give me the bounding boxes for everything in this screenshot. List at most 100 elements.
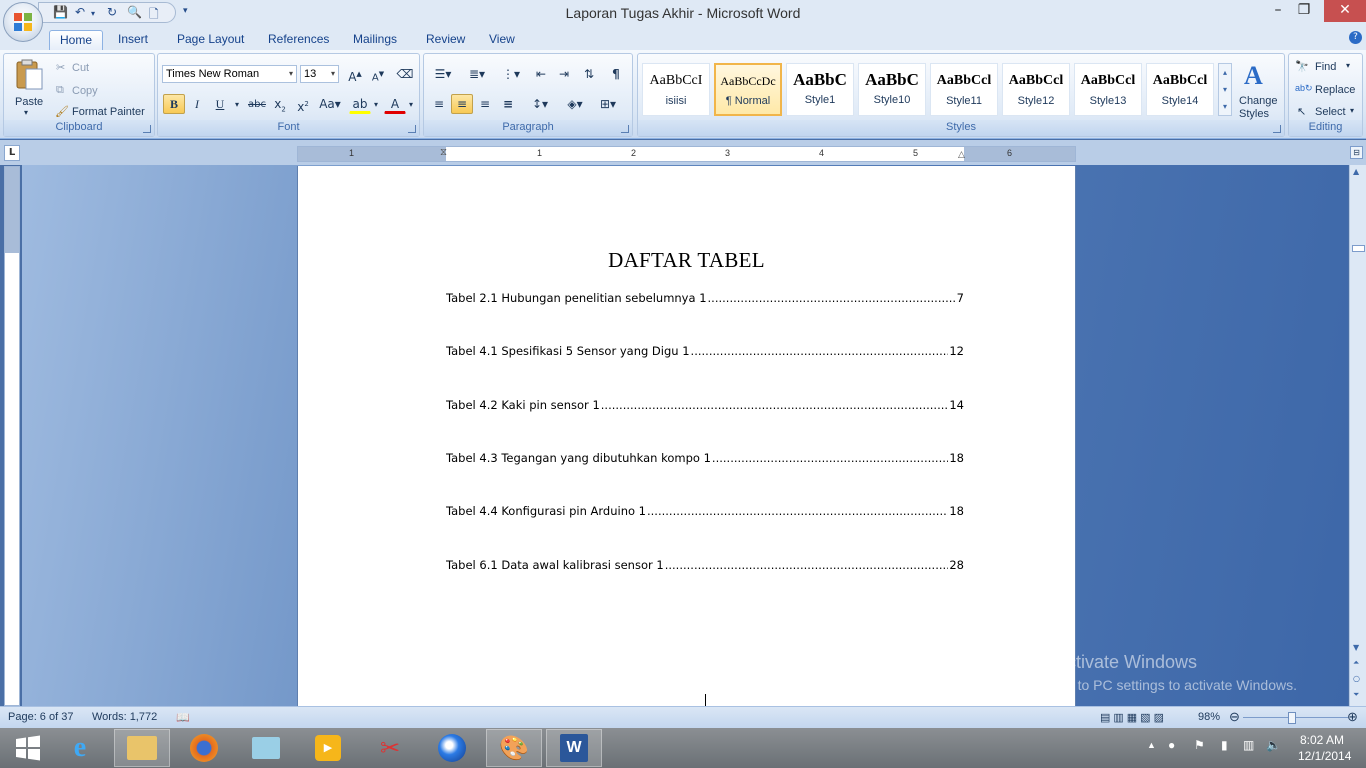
- indent-marker-icon[interactable]: ⧖: [440, 147, 447, 158]
- styles-scroll[interactable]: ▴ ▾ ▾: [1218, 63, 1232, 116]
- vertical-scrollbar[interactable]: ▲ ▼ ⏶ ○ ⏷: [1349, 165, 1366, 706]
- undo-dropdown-icon[interactable]: ▾: [91, 9, 95, 18]
- tray-expand-icon[interactable]: ▲: [1147, 740, 1156, 750]
- save-icon[interactable]: 💾: [53, 5, 68, 19]
- paste-button[interactable]: Paste: [15, 96, 43, 108]
- multilevel-list-icon[interactable]: ⋮▾: [496, 64, 526, 84]
- document-page[interactable]: DAFTAR TABEL Tabel 2.1 Hubungan peneliti…: [297, 166, 1076, 706]
- find-dropdown-icon[interactable]: ▾: [1346, 61, 1350, 70]
- font-size-dropdown-icon[interactable]: ▾: [331, 66, 335, 82]
- strikethrough-icon[interactable]: abc: [246, 94, 268, 114]
- toc-entry[interactable]: Tabel 2.1 Hubungan penelitian sebelumnya…: [446, 289, 964, 305]
- underline-dropdown-icon[interactable]: ▾: [226, 94, 248, 114]
- numbering-icon[interactable]: ≣▾: [462, 64, 492, 84]
- copy-button[interactable]: Copy: [72, 85, 98, 97]
- font-name-dropdown-icon[interactable]: ▾: [289, 66, 293, 82]
- snipping-tool-icon[interactable]: ✂: [362, 729, 418, 767]
- action-center-icon[interactable]: ⚑: [1194, 738, 1205, 752]
- font-size-box[interactable]: 13 ▾: [300, 65, 339, 83]
- clipboard-launcher-icon[interactable]: [143, 125, 151, 133]
- new-document-icon[interactable]: 🗋: [149, 5, 159, 26]
- style-normal[interactable]: AaBbCcDc ¶ Normal: [714, 63, 782, 116]
- print-preview-icon[interactable]: 🔍: [127, 5, 142, 19]
- style-style12[interactable]: AaBbCcl Style12: [1002, 63, 1070, 116]
- horizontal-ruler[interactable]: ⧖ △ 1 1 2 3 4 5 6: [297, 146, 1076, 162]
- zoom-out-icon[interactable]: ⊖: [1229, 709, 1240, 725]
- align-left-icon[interactable]: ≡: [428, 94, 450, 114]
- view-ruler-icon[interactable]: ⊟: [1350, 146, 1363, 159]
- zoom-level[interactable]: 98%: [1198, 711, 1220, 723]
- find-button[interactable]: Find: [1315, 61, 1336, 73]
- firefox-icon[interactable]: [176, 729, 232, 767]
- clear-formatting-icon[interactable]: ⌫: [394, 64, 416, 84]
- folder-icon[interactable]: [238, 729, 294, 767]
- page-count[interactable]: Page: 6 of 37: [8, 711, 73, 723]
- view-buttons-icon[interactable]: ▤▥▦▧▨: [1100, 711, 1167, 724]
- sort-icon[interactable]: ⇅: [578, 64, 600, 84]
- tab-home[interactable]: Home: [49, 30, 104, 50]
- shrink-font-icon[interactable]: A▼: [367, 64, 389, 84]
- change-styles-button[interactable]: Change: [1239, 95, 1278, 107]
- change-styles-icon[interactable]: A: [1242, 60, 1270, 90]
- tab-mailings[interactable]: Mailings: [343, 30, 407, 50]
- style-style10[interactable]: AaBbC Style10: [858, 63, 926, 116]
- browser-app-icon[interactable]: [424, 729, 480, 767]
- clock-time[interactable]: 8:02 AM: [1300, 733, 1344, 747]
- internet-explorer-icon[interactable]: e: [52, 729, 108, 767]
- style-style1[interactable]: AaBbC Style1: [786, 63, 854, 116]
- battery-icon[interactable]: ▮: [1221, 738, 1228, 752]
- justify-icon[interactable]: ≡: [497, 94, 519, 114]
- tab-references[interactable]: References: [258, 30, 339, 50]
- toc-entry[interactable]: Tabel 4.1 Spesifikasi 5 Sensor yang Digu…: [446, 342, 964, 358]
- font-launcher-icon[interactable]: [408, 125, 416, 133]
- clock-date[interactable]: 12/1/2014: [1298, 749, 1351, 763]
- browse-object-icon[interactable]: ○: [1353, 674, 1360, 683]
- undo-icon[interactable]: ↶: [75, 5, 85, 19]
- increase-indent-icon[interactable]: ⇥: [553, 64, 575, 84]
- toc-entry[interactable]: Tabel 6.1 Data awal kalibrasi sensor 1 .…: [446, 556, 964, 572]
- decrease-indent-icon[interactable]: ⇤: [530, 64, 552, 84]
- tab-page-layout[interactable]: Page Layout: [167, 30, 254, 50]
- borders-icon[interactable]: ⊞▾: [594, 94, 622, 114]
- align-center-icon[interactable]: ≡: [451, 94, 473, 114]
- paste-dropdown-icon[interactable]: ▾: [24, 108, 28, 117]
- bullets-icon[interactable]: ☰▾: [428, 64, 458, 84]
- change-case-icon[interactable]: Aa▾: [317, 94, 343, 114]
- grow-font-icon[interactable]: A▲: [344, 64, 366, 84]
- styles-launcher-icon[interactable]: [1273, 125, 1281, 133]
- minimize-button[interactable]: –: [1264, 0, 1292, 22]
- line-spacing-icon[interactable]: ↕▾: [526, 94, 554, 114]
- customize-qat-icon[interactable]: ▾: [183, 6, 188, 16]
- paragraph-launcher-icon[interactable]: [621, 125, 629, 133]
- media-player-icon[interactable]: ▶: [300, 729, 356, 767]
- toc-entry[interactable]: Tabel 4.2 Kaki pin sensor 1 ............…: [446, 396, 964, 412]
- font-color-dropdown-icon[interactable]: ▾: [400, 94, 422, 114]
- italic-icon[interactable]: I: [186, 94, 208, 114]
- select-button[interactable]: Select: [1315, 106, 1346, 118]
- toc-entry[interactable]: Tabel 4.3 Tegangan yang dibutuhkan kompo…: [446, 449, 964, 465]
- style-style11[interactable]: AaBbCcl Style11: [930, 63, 998, 116]
- scroll-up-icon[interactable]: ▲: [1353, 167, 1359, 176]
- tab-view[interactable]: View: [479, 30, 525, 50]
- font-name-box[interactable]: Times New Roman ▾: [162, 65, 297, 83]
- scroll-thumb[interactable]: [1352, 245, 1365, 252]
- office-button[interactable]: [3, 2, 43, 42]
- style-style14[interactable]: AaBbCcl Style14: [1146, 63, 1214, 116]
- replace-button[interactable]: Replace: [1315, 84, 1355, 96]
- subscript-icon[interactable]: x2: [269, 94, 291, 114]
- paint-icon[interactable]: 🎨: [486, 729, 542, 767]
- previous-page-icon[interactable]: ⏶: [1353, 658, 1359, 668]
- tab-review[interactable]: Review: [416, 30, 475, 50]
- style-isiisi[interactable]: AaBbCcI isiisi: [642, 63, 710, 116]
- zoom-slider[interactable]: [1288, 712, 1296, 724]
- tab-insert[interactable]: Insert: [108, 30, 158, 50]
- next-page-icon[interactable]: ⏷: [1353, 690, 1359, 700]
- redo-icon[interactable]: ↻: [107, 5, 117, 19]
- toc-entry[interactable]: Tabel 4.4 Konfigurasi pin Arduino 1 ....…: [446, 502, 964, 518]
- show-formatting-icon[interactable]: ¶: [605, 64, 627, 84]
- paste-icon[interactable]: [12, 58, 46, 92]
- superscript-icon[interactable]: x2: [292, 94, 314, 114]
- zoom-in-icon[interactable]: ⊕: [1347, 709, 1358, 725]
- select-dropdown-icon[interactable]: ▾: [1350, 106, 1354, 115]
- shading-icon[interactable]: ◈▾: [561, 94, 589, 114]
